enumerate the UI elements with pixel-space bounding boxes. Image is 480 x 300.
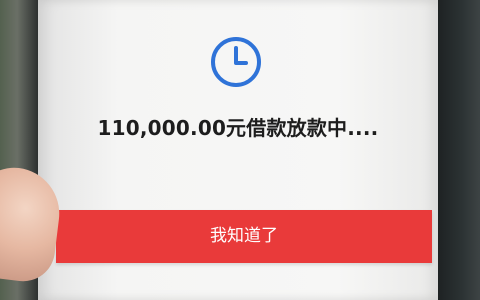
acknowledge-button[interactable]: 我知道了: [56, 210, 432, 263]
clock-icon-graphic: [211, 37, 261, 87]
clock-icon: [208, 34, 264, 90]
phone-photo: 110,000.00元借款放款中.... 我知道了: [0, 0, 480, 300]
phone-right-frame: [438, 0, 480, 300]
loan-status-screen: 110,000.00元借款放款中.... 我知道了: [38, 0, 438, 300]
loan-disbursement-status: 110,000.00元借款放款中....: [97, 116, 379, 140]
